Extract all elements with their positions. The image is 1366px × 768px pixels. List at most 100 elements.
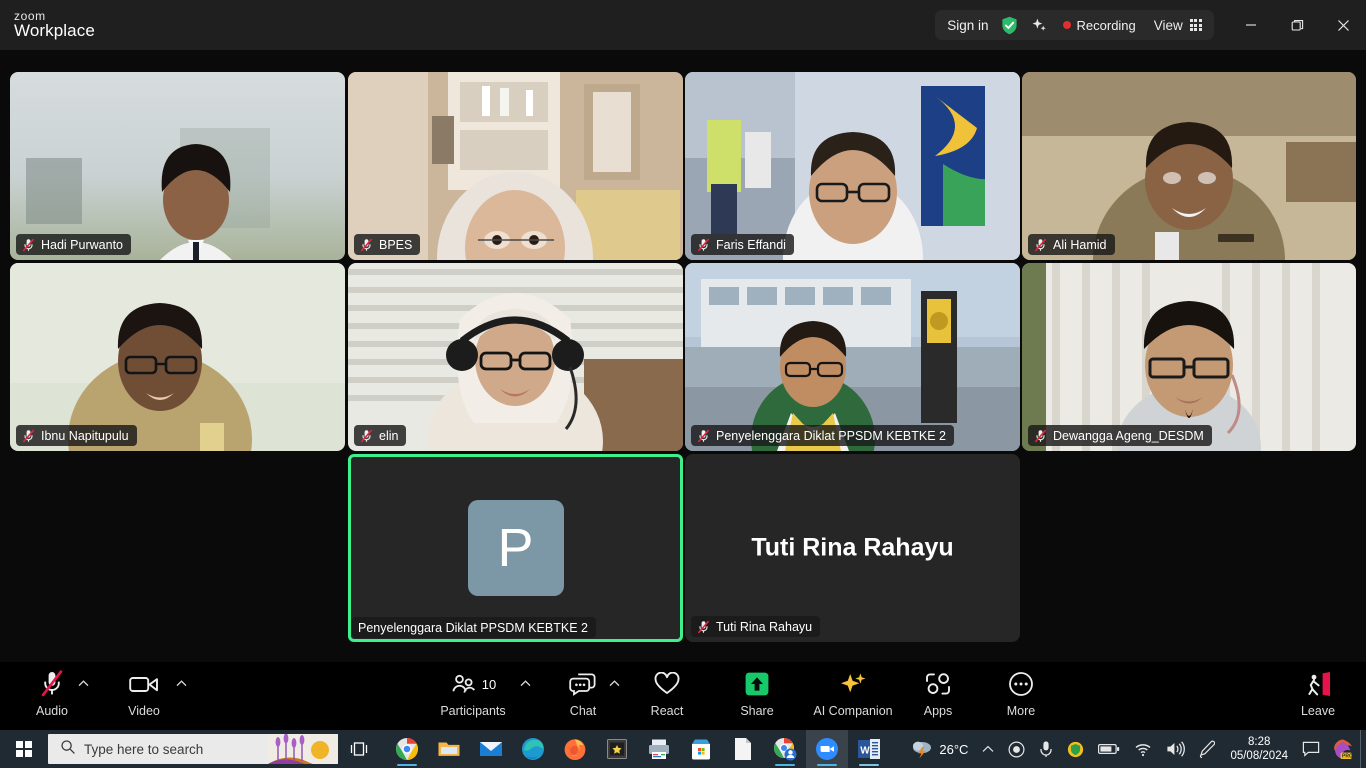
participant-video bbox=[685, 263, 1020, 451]
system-tray: 26°C 8:28 05/08/2024 PRO bbox=[904, 730, 1366, 768]
audio-button[interactable]: Audio bbox=[13, 668, 91, 718]
participants-button[interactable]: 10 Participants bbox=[434, 668, 512, 718]
volume-status[interactable] bbox=[1159, 730, 1192, 768]
minimize-button[interactable] bbox=[1228, 0, 1274, 50]
chrome-profile-icon[interactable] bbox=[764, 730, 806, 768]
participant-name: BPES bbox=[379, 237, 413, 252]
firefox-icon[interactable] bbox=[554, 730, 596, 768]
participant-video bbox=[685, 72, 1020, 260]
running-indicator bbox=[775, 764, 795, 766]
wifi-icon bbox=[1135, 743, 1151, 756]
document-icon[interactable] bbox=[722, 730, 764, 768]
ai-sparkle-icon bbox=[839, 668, 867, 700]
audio-options-caret[interactable] bbox=[78, 680, 92, 687]
notification-center-button[interactable] bbox=[1296, 730, 1326, 768]
verified-shield-icon[interactable] bbox=[1001, 16, 1018, 35]
battery-status[interactable] bbox=[1091, 730, 1127, 768]
participant-tile[interactable]: Hadi Purwanto bbox=[10, 72, 345, 260]
close-button[interactable] bbox=[1320, 0, 1366, 50]
clock[interactable]: 8:28 05/08/2024 bbox=[1222, 735, 1296, 764]
react-label: React bbox=[650, 704, 684, 718]
magnifier-icon bbox=[60, 739, 76, 760]
video-label: Video bbox=[128, 704, 160, 718]
participant-video bbox=[348, 72, 683, 260]
volume-icon bbox=[1167, 741, 1186, 757]
leave-button[interactable]: Leave bbox=[1279, 668, 1357, 718]
search-input[interactable]: Type here to search bbox=[48, 734, 338, 764]
participant-name: Ali Hamid bbox=[1053, 237, 1107, 252]
more-button[interactable]: More bbox=[982, 668, 1060, 718]
mic-muted-icon bbox=[697, 429, 710, 442]
search-placeholder: Type here to search bbox=[84, 741, 204, 757]
pen-status[interactable] bbox=[1192, 730, 1222, 768]
microphone-status[interactable] bbox=[1032, 730, 1060, 768]
recording-label: Recording bbox=[1076, 17, 1136, 33]
recording-indicator[interactable]: Recording bbox=[1062, 17, 1136, 33]
grid-view-icon bbox=[1189, 18, 1202, 32]
archive-icon[interactable] bbox=[596, 730, 638, 768]
participant-tile[interactable]: Ibnu Napitupulu bbox=[10, 263, 345, 451]
participant-tile[interactable]: Tuti Rina Rahayu Tuti Rina Rahayu bbox=[685, 454, 1020, 642]
participant-video bbox=[1022, 263, 1356, 451]
weather-cloud-lightning-icon bbox=[913, 741, 932, 759]
participants-options-caret[interactable] bbox=[520, 680, 534, 687]
participant-tile[interactable]: Faris Effandi bbox=[685, 72, 1020, 260]
pen-icon bbox=[1200, 740, 1216, 758]
weather-widget[interactable]: 26°C bbox=[904, 730, 975, 768]
start-button[interactable] bbox=[0, 730, 48, 768]
record-circle-icon bbox=[1008, 740, 1025, 758]
view-button[interactable]: View bbox=[1154, 18, 1202, 33]
edge-icon[interactable] bbox=[512, 730, 554, 768]
view-label: View bbox=[1153, 17, 1183, 33]
wifi-status[interactable] bbox=[1127, 730, 1159, 768]
search-wallpaper-thumb bbox=[268, 734, 338, 764]
mic-muted-icon bbox=[360, 429, 373, 442]
heart-icon bbox=[654, 668, 680, 700]
windows-start-icon bbox=[16, 741, 32, 757]
chrome-icon[interactable] bbox=[386, 730, 428, 768]
share-button[interactable]: Share bbox=[718, 668, 796, 718]
participant-name-badge: Tuti Rina Rahayu bbox=[691, 616, 821, 637]
tray-overflow-button[interactable] bbox=[975, 730, 1001, 768]
participant-tile[interactable]: Ali Hamid bbox=[1022, 72, 1356, 260]
mic-muted-icon bbox=[39, 668, 65, 700]
chat-button[interactable]: Chat bbox=[544, 668, 622, 718]
show-desktop-button[interactable] bbox=[1360, 730, 1366, 768]
temperature-label: 26°C bbox=[939, 741, 969, 757]
zoom-workplace-logo: zoom Workplace bbox=[14, 10, 95, 40]
participant-name-badge: Ibnu Napitupulu bbox=[16, 425, 137, 446]
sign-in-button[interactable]: Sign in bbox=[947, 18, 988, 33]
video-options-caret[interactable] bbox=[176, 680, 190, 687]
record-indicator[interactable] bbox=[1001, 730, 1032, 768]
participant-name-badge: Penyelenggara Diklat PPSDM KEBTKE 2 bbox=[352, 617, 596, 638]
microsoft-store-icon[interactable] bbox=[680, 730, 722, 768]
zoom-icon[interactable] bbox=[806, 730, 848, 768]
participant-tile-active-speaker[interactable]: P Penyelenggara Diklat PPSDM KEBTKE 2 bbox=[348, 454, 683, 642]
file-explorer-icon[interactable] bbox=[428, 730, 470, 768]
react-button[interactable]: React bbox=[628, 668, 706, 718]
participant-tile[interactable]: BPES bbox=[348, 72, 683, 260]
ai-sparkle-icon[interactable] bbox=[1031, 17, 1047, 33]
participants-count: 10 bbox=[481, 676, 497, 692]
participant-name-badge: BPES bbox=[354, 234, 421, 255]
copilot-pro-button[interactable]: PRO bbox=[1326, 730, 1360, 768]
chat-options-caret[interactable] bbox=[609, 680, 623, 687]
video-button[interactable]: Video bbox=[105, 668, 183, 718]
maximize-restore-button[interactable] bbox=[1274, 0, 1320, 50]
participant-tile[interactable]: Penyelenggara Diklat PPSDM KEBTKE 2 bbox=[685, 263, 1020, 451]
participant-name: elin bbox=[379, 428, 399, 443]
printer-icon[interactable] bbox=[638, 730, 680, 768]
ai-companion-button[interactable]: AI Companion bbox=[803, 668, 903, 718]
security-status[interactable] bbox=[1060, 730, 1091, 768]
participant-tile[interactable]: Dewangga Ageng_DESDM bbox=[1022, 263, 1356, 451]
participant-name: Hadi Purwanto bbox=[41, 237, 123, 252]
mic-muted-icon bbox=[697, 238, 710, 251]
mail-icon[interactable] bbox=[470, 730, 512, 768]
task-view-button[interactable] bbox=[338, 730, 380, 768]
participant-tile[interactable]: elin bbox=[348, 263, 683, 451]
share-screen-icon bbox=[744, 668, 770, 700]
apps-button[interactable]: Apps bbox=[899, 668, 977, 718]
participant-name: Faris Effandi bbox=[716, 237, 786, 252]
word-icon[interactable]: W bbox=[848, 730, 890, 768]
titlebar-right-group: Sign in Recording View bbox=[935, 0, 1366, 50]
